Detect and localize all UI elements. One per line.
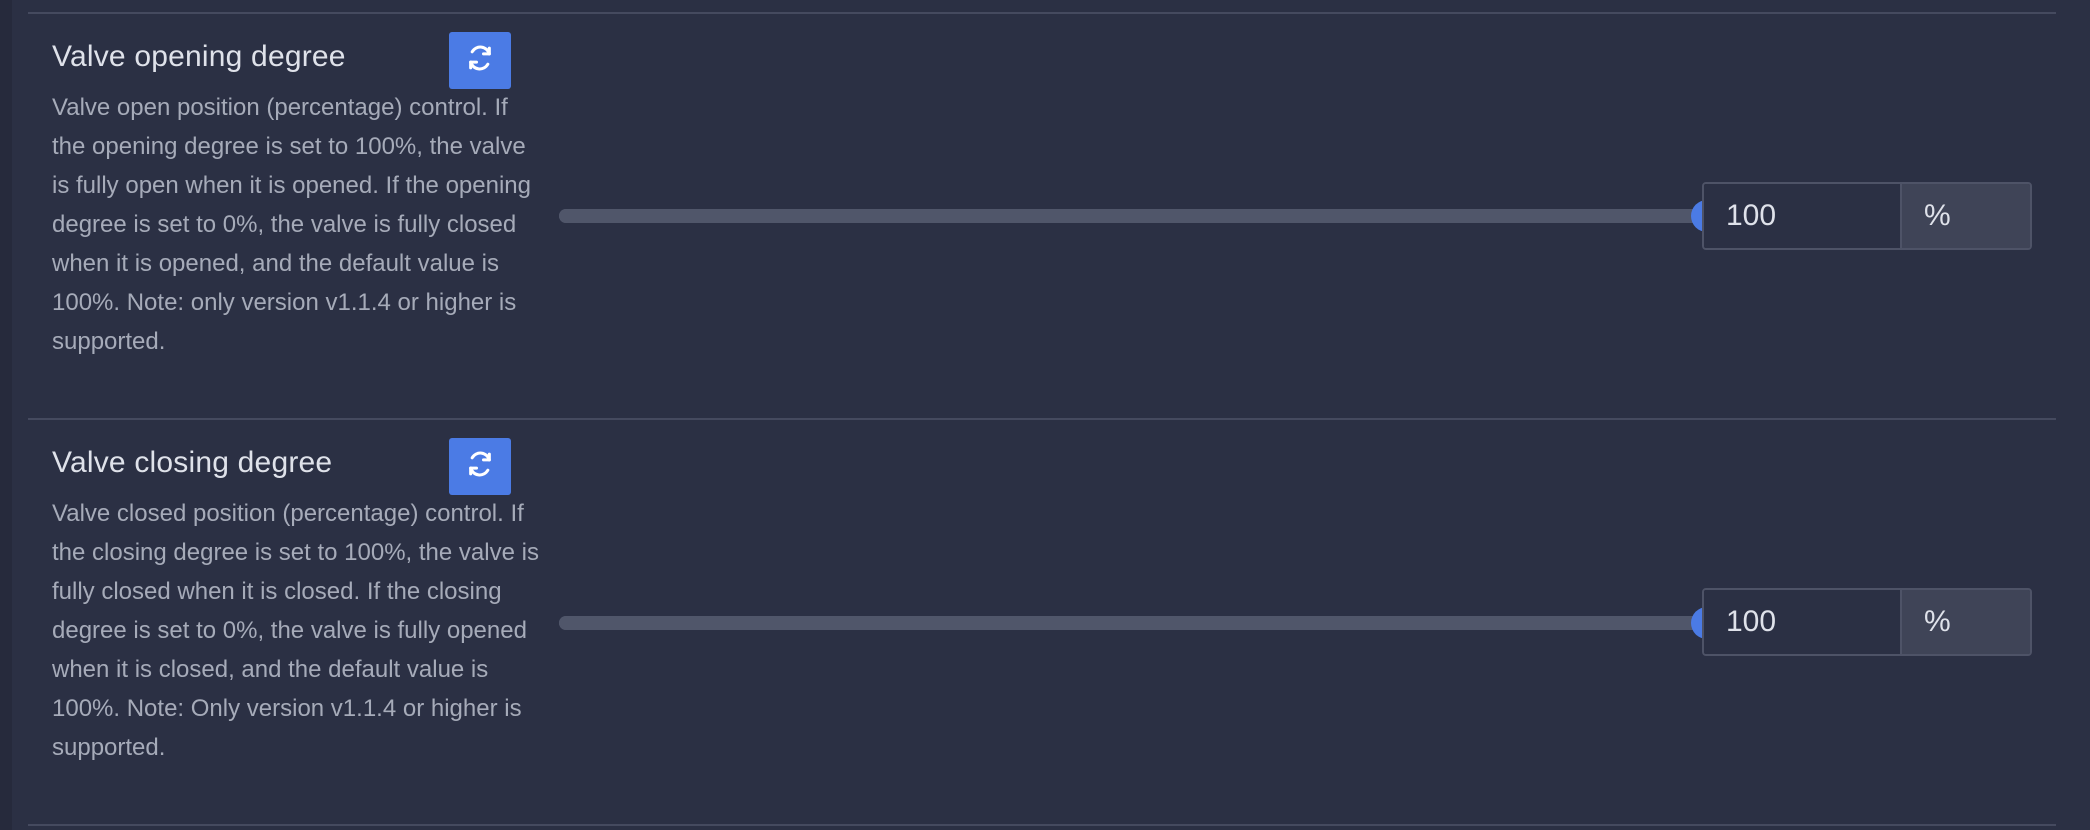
- setting-description: Valve closed position (percentage) contr…: [52, 500, 539, 761]
- unit-label: %: [1902, 590, 2030, 654]
- refresh-icon: [466, 450, 494, 483]
- reset-button[interactable]: [449, 438, 511, 495]
- closing-degree-input-group: %: [1702, 588, 2032, 656]
- settings-page: Valve opening degree Valve open position…: [0, 0, 2090, 830]
- setting-title: Valve closing degree: [52, 446, 333, 479]
- setting-valve-opening-degree: Valve opening degree Valve open position…: [28, 14, 2056, 418]
- reset-button[interactable]: [449, 32, 511, 89]
- closing-degree-input[interactable]: [1704, 590, 1902, 654]
- setting-title: Valve opening degree: [52, 40, 346, 73]
- setting-description: Valve open position (percentage) control…: [52, 94, 531, 355]
- setting-valve-closing-degree: Valve closing degree Valve closed positi…: [28, 420, 2056, 824]
- closing-degree-slider[interactable]: [559, 607, 1723, 639]
- opening-degree-input-group: %: [1702, 182, 2032, 250]
- opening-degree-slider[interactable]: [559, 200, 1723, 232]
- slider-fill: [559, 209, 1707, 223]
- divider-bottom: [28, 824, 2056, 826]
- slider-fill: [559, 616, 1707, 630]
- refresh-icon: [466, 44, 494, 77]
- left-scroll-edge: [0, 0, 12, 830]
- unit-label: %: [1902, 184, 2030, 248]
- opening-degree-input[interactable]: [1704, 184, 1902, 248]
